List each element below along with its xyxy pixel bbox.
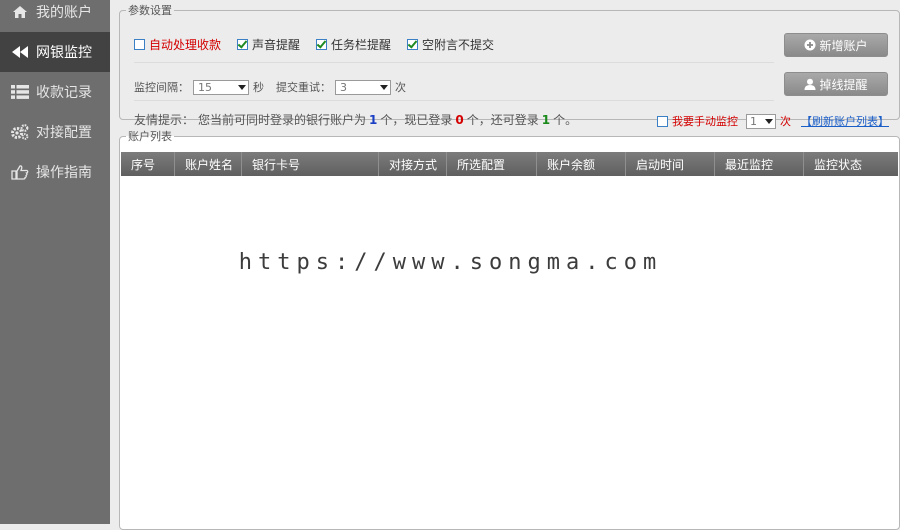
sidebar: 我的账户 网银监控 收款记录 对接配置 操作指南 [0, 0, 110, 524]
checkbox-checked-icon [316, 39, 328, 50]
sidebar-item-label: 对接配置 [36, 125, 92, 141]
column-header[interactable]: 账户余额 [537, 152, 626, 176]
params-panel: 参数设置 自动处理收款 声音提醒 任务栏提醒 空附言不提交 监控间隔： 15 秒… [119, 2, 900, 129]
tip-total-count: 1 [369, 112, 378, 127]
column-header[interactable]: 监控状态 [804, 152, 898, 176]
add-account-button[interactable]: 新增账户 [784, 33, 888, 57]
home-icon [10, 5, 30, 19]
sidebar-item-label: 操作指南 [36, 165, 92, 181]
sidebar-item-payment-records[interactable]: 收款记录 [0, 72, 110, 112]
column-header[interactable]: 序号 [121, 152, 175, 176]
manual-count-select[interactable]: 1 [746, 113, 776, 129]
sidebar-item-bank-monitor[interactable]: 网银监控 [0, 32, 110, 72]
sound-alert-label: 声音提醒 [252, 38, 301, 52]
manual-monitor-checkbox[interactable]: 我要手动监控 [657, 113, 738, 129]
empty-note-checkbox[interactable]: 空附言不提交 [407, 36, 494, 53]
auto-process-label: 自动处理收款 [149, 38, 222, 52]
checkbox-checked-icon [237, 39, 249, 50]
watermark-text: https://www.songma.com [218, 250, 683, 275]
list-icon [10, 85, 30, 99]
sidebar-item-label: 我的账户 [36, 5, 92, 21]
empty-note-label: 空附言不提交 [422, 38, 495, 52]
options-row: 自动处理收款 声音提醒 任务栏提醒 空附言不提交 [134, 36, 885, 53]
dropdown-arrow-icon [380, 84, 388, 90]
accounts-legend: 账户列表 [128, 130, 172, 143]
sidebar-item-integration-config[interactable]: 对接配置 [0, 112, 110, 152]
column-header[interactable]: 启动时间 [626, 152, 715, 176]
add-account-label: 新增账户 [819, 38, 868, 53]
offline-alert-label: 掉线提醒 [819, 77, 868, 92]
taskbar-alert-checkbox[interactable]: 任务栏提醒 [316, 36, 391, 53]
column-header[interactable]: 银行卡号 [242, 152, 379, 176]
interval-label: 监控间隔： [134, 81, 189, 94]
sidebar-item-label: 收款记录 [36, 85, 92, 101]
refresh-accounts-link[interactable]: 【刷新账户列表】 [801, 113, 889, 129]
taskbar-alert-label: 任务栏提醒 [331, 38, 392, 52]
tip-remain-count: 1 [541, 112, 551, 127]
sidebar-item-operation-guide[interactable]: 操作指南 [0, 152, 110, 192]
sidebar-item-label: 网银监控 [36, 45, 92, 61]
checkbox-checked-icon [407, 39, 419, 50]
rewind-icon [10, 45, 30, 59]
manual-monitor-group: 我要手动监控 1 次 【刷新账户列表】 [657, 113, 889, 129]
interval-select[interactable]: 15 [193, 79, 249, 95]
tip-text-3: 个，还可登录 [466, 113, 539, 127]
checkbox-unchecked-icon [134, 39, 145, 50]
params-legend: 参数设置 [128, 4, 172, 17]
tip-logged-count: 0 [455, 112, 464, 127]
pointing-hand-icon [10, 164, 30, 180]
column-header[interactable]: 所选配置 [447, 152, 537, 176]
manual-count-value: 1 [750, 114, 757, 128]
interval-value: 15 [198, 80, 212, 94]
plus-circle-icon [804, 39, 816, 51]
user-icon [804, 78, 816, 90]
column-header[interactable]: 最近监控 [715, 152, 804, 176]
tip-text-1: 您当前可同时登录的银行账户为 [198, 113, 367, 127]
manual-unit: 次 [780, 115, 791, 128]
manual-monitor-label: 我要手动监控 [672, 115, 738, 128]
accounts-table-header: 序号 账户姓名 银行卡号 对接方式 所选配置 账户余额 启动时间 最近监控 监控… [121, 152, 898, 176]
tip-text-4: 个。 [553, 113, 578, 127]
divider [134, 62, 774, 63]
retry-value: 3 [340, 80, 347, 94]
interval-unit: 秒 [253, 81, 264, 94]
sound-alert-checkbox[interactable]: 声音提醒 [237, 36, 300, 53]
retry-unit: 次 [395, 81, 406, 94]
checkbox-unchecked-icon [657, 115, 668, 127]
sidebar-item-my-account[interactable]: 我的账户 [0, 0, 110, 32]
dropdown-arrow-icon [238, 84, 246, 90]
timing-row: 监控间隔： 15 秒 提交重试： 3 次 [134, 79, 885, 95]
dropdown-arrow-icon [765, 118, 773, 124]
retry-select[interactable]: 3 [335, 79, 391, 95]
tip-text-2: 个，现已登录 [380, 113, 453, 127]
auto-process-checkbox[interactable]: 自动处理收款 [134, 36, 221, 53]
column-header[interactable]: 对接方式 [379, 152, 447, 176]
accounts-panel: 账户列表 序号 账户姓名 银行卡号 对接方式 所选配置 账户余额 启动时间 最近… [119, 128, 900, 530]
column-header[interactable]: 账户姓名 [175, 152, 242, 176]
retry-label: 提交重试： [276, 81, 331, 94]
gears-icon [10, 124, 30, 140]
divider [134, 100, 774, 101]
offline-alert-button[interactable]: 掉线提醒 [784, 72, 888, 96]
tip-prefix: 友情提示： [134, 113, 195, 127]
